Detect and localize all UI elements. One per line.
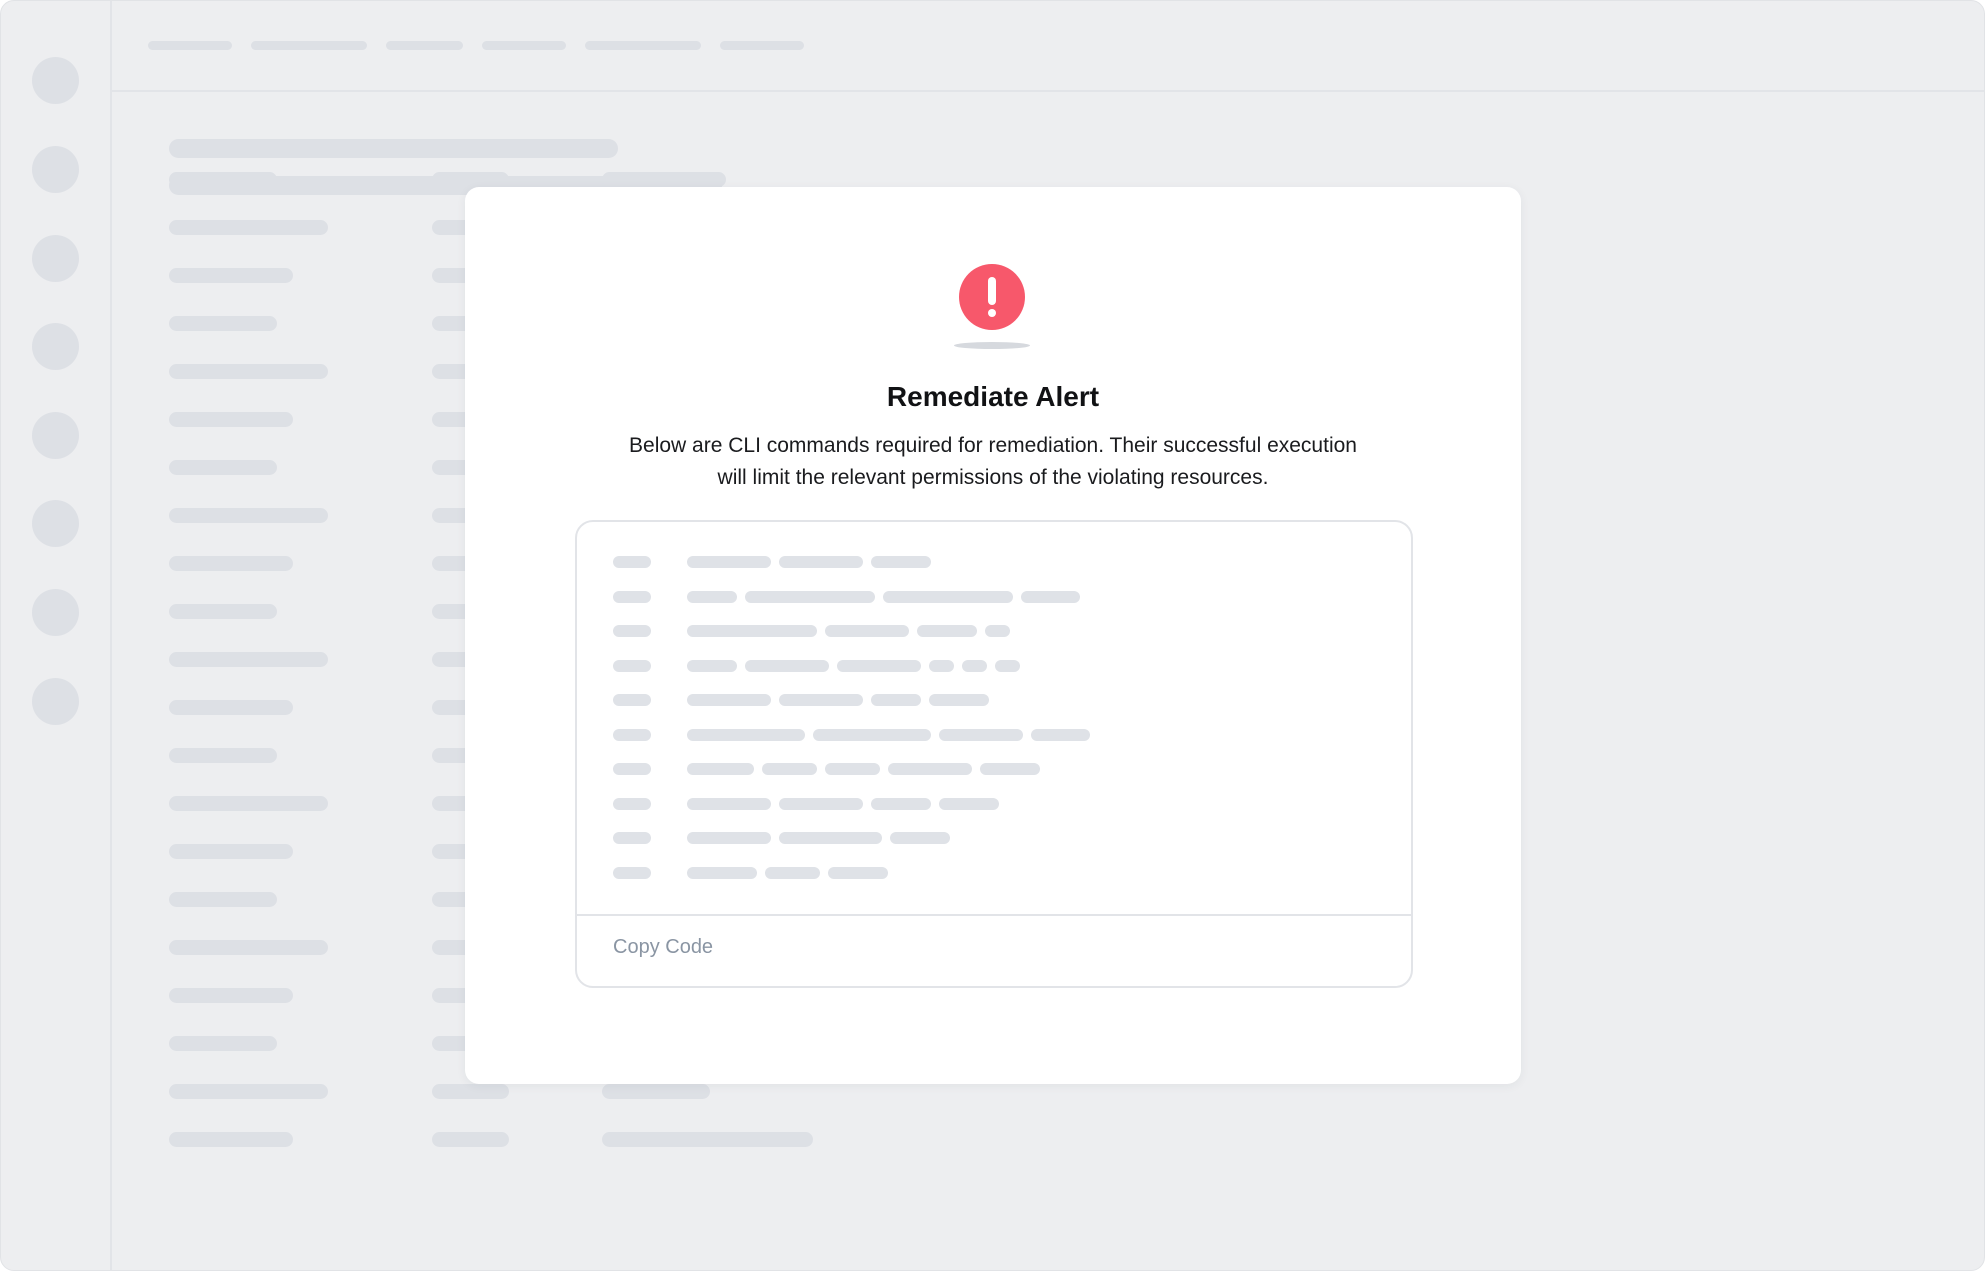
code-area[interactable] <box>577 522 1411 914</box>
code-token-placeholder <box>745 590 875 603</box>
code-token-placeholder <box>1021 590 1080 603</box>
top-nav-item[interactable] <box>585 41 701 50</box>
code-token-placeholder <box>929 694 989 706</box>
code-line <box>577 590 1411 603</box>
line-number-placeholder <box>613 659 651 672</box>
top-nav-item[interactable] <box>482 41 566 50</box>
code-token-placeholder <box>883 590 1013 603</box>
code-token-placeholder <box>762 763 817 775</box>
icon-shadow <box>954 342 1030 349</box>
code-token-placeholder <box>687 694 771 706</box>
code-token-placeholder <box>980 763 1040 775</box>
sidebar-nav-item[interactable] <box>32 412 79 459</box>
sidebar-nav-item[interactable] <box>32 678 79 725</box>
code-line <box>577 728 1411 741</box>
code-token-placeholder <box>890 832 950 844</box>
sidebar-nav-item[interactable] <box>32 500 79 547</box>
code-token-placeholder <box>871 556 931 568</box>
code-token-placeholder <box>962 659 987 672</box>
line-number-placeholder <box>613 763 651 775</box>
top-nav-item[interactable] <box>720 41 804 50</box>
line-number-placeholder <box>613 728 651 741</box>
line-number-placeholder <box>613 797 651 810</box>
dialog-description: Below are CLI commands required for reme… <box>629 434 1357 489</box>
top-navigation <box>112 1 1984 92</box>
code-token-placeholder <box>929 659 954 672</box>
code-token-placeholder <box>813 728 931 741</box>
code-token-placeholder <box>985 625 1010 637</box>
code-token-placeholder <box>687 556 771 568</box>
code-token-placeholder <box>888 763 972 775</box>
top-nav-item[interactable] <box>251 41 367 50</box>
code-token-placeholder <box>837 659 921 672</box>
code-token-placeholder <box>939 728 1023 741</box>
code-token-placeholder <box>687 797 771 810</box>
code-token-placeholder <box>779 556 863 568</box>
code-token-placeholder <box>779 797 863 810</box>
code-token-placeholder <box>687 832 771 844</box>
sidebar-nav-item[interactable] <box>32 146 79 193</box>
sidebar-nav-item[interactable] <box>32 589 79 636</box>
code-token-placeholder <box>825 763 880 775</box>
code-token-placeholder <box>871 694 921 706</box>
code-token-placeholder <box>828 866 888 879</box>
code-line <box>577 797 1411 810</box>
sidebar-nav-item[interactable] <box>32 57 79 104</box>
line-number-placeholder <box>613 832 651 844</box>
code-token-placeholder <box>1031 728 1090 741</box>
code-line <box>577 832 1411 844</box>
line-number-placeholder <box>613 625 651 637</box>
code-token-placeholder <box>687 659 737 672</box>
code-token-placeholder <box>779 694 863 706</box>
line-number-placeholder <box>613 694 651 706</box>
code-token-placeholder <box>995 659 1020 672</box>
copy-code-button[interactable]: Copy Code <box>613 936 713 959</box>
code-line <box>577 866 1411 879</box>
code-line <box>577 625 1411 637</box>
code-block: Copy Code <box>575 520 1413 988</box>
sidebar-nav-item[interactable] <box>32 323 79 370</box>
line-number-placeholder <box>613 556 651 568</box>
code-token-placeholder <box>939 797 999 810</box>
page-title-placeholder <box>169 139 618 158</box>
code-line <box>577 659 1411 672</box>
code-footer: Copy Code <box>577 914 1411 986</box>
code-token-placeholder <box>687 728 805 741</box>
sidebar <box>1 1 112 1270</box>
code-token-placeholder <box>871 797 931 810</box>
code-token-placeholder <box>917 625 977 637</box>
code-token-placeholder <box>779 832 882 844</box>
line-number-placeholder <box>613 590 651 603</box>
line-number-placeholder <box>613 866 651 879</box>
remediate-alert-dialog: Remediate Alert Below are CLI commands r… <box>465 187 1521 1084</box>
alert-exclamation-icon <box>959 264 1025 330</box>
sidebar-nav-item[interactable] <box>32 235 79 282</box>
top-nav-item[interactable] <box>148 41 232 50</box>
code-token-placeholder <box>687 625 817 637</box>
top-nav-item[interactable] <box>386 41 463 50</box>
dialog-title: Remediate Alert <box>886 381 1100 412</box>
code-token-placeholder <box>687 763 754 775</box>
code-token-placeholder <box>687 590 737 603</box>
code-token-placeholder <box>765 866 820 879</box>
code-token-placeholder <box>825 625 909 637</box>
code-token-placeholder <box>687 866 757 879</box>
code-line <box>577 763 1411 775</box>
code-line <box>577 694 1411 706</box>
code-line <box>577 556 1411 568</box>
code-token-placeholder <box>745 659 829 672</box>
